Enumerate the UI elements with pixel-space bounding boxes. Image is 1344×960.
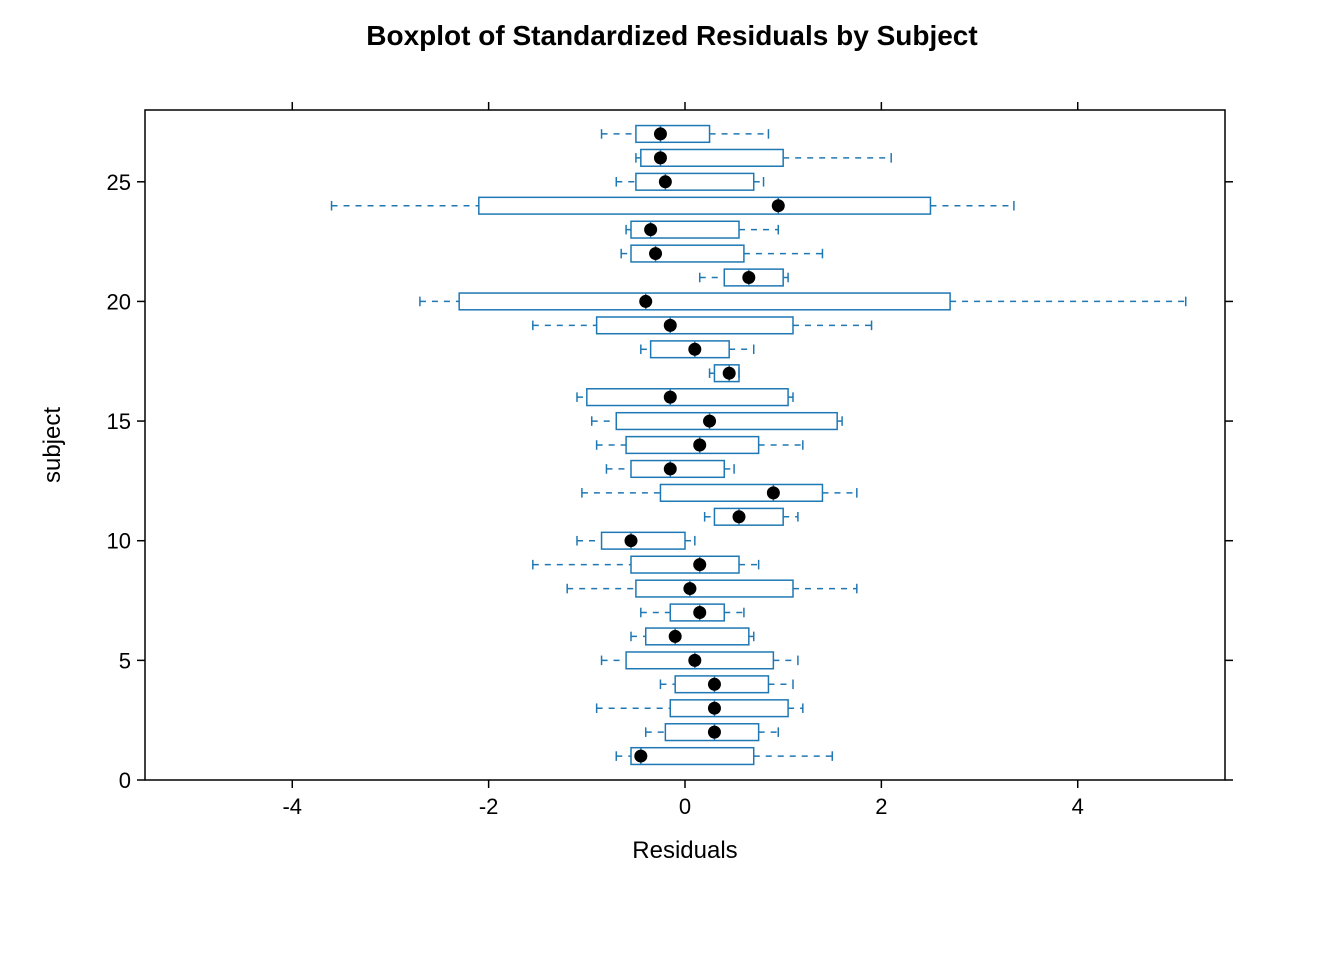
box: [646, 628, 749, 645]
median-dot: [654, 127, 667, 140]
median-dot: [708, 678, 721, 691]
median-dot: [703, 415, 716, 428]
median-dot: [767, 486, 780, 499]
x-tick-label: 0: [679, 794, 691, 819]
box: [714, 508, 783, 525]
median-dot: [742, 271, 755, 284]
median-dot: [708, 726, 721, 739]
x-axis-label: Residuals: [632, 837, 737, 864]
box: [670, 700, 788, 717]
y-tick-label: 20: [107, 289, 131, 314]
y-tick-label: 5: [119, 648, 131, 673]
x-tick-label: -4: [282, 794, 302, 819]
x-tick-label: 4: [1072, 794, 1084, 819]
median-dot: [669, 630, 682, 643]
median-dot: [688, 343, 701, 356]
box: [636, 126, 710, 143]
median-dot: [644, 223, 657, 236]
box: [626, 437, 759, 454]
box: [602, 532, 685, 549]
median-dot: [708, 702, 721, 715]
median-dot: [733, 510, 746, 523]
y-axis-label: subject: [39, 407, 66, 483]
y-tick-label: 10: [107, 529, 131, 554]
y-tick-label: 0: [119, 768, 131, 793]
median-dot: [688, 654, 701, 667]
chart-title: Boxplot of Standardized Residuals by Sub…: [366, 20, 977, 51]
box: [675, 676, 768, 693]
box: [631, 748, 754, 765]
median-dot: [625, 534, 638, 547]
median-dot: [664, 462, 677, 475]
median-dot: [693, 439, 706, 452]
chart-container: Boxplot of Standardized Residuals by Sub…: [0, 0, 1344, 960]
box: [631, 556, 739, 573]
x-tick-label: -2: [479, 794, 499, 819]
median-dot: [772, 199, 785, 212]
median-dot: [693, 606, 706, 619]
y-tick-label: 25: [107, 170, 131, 195]
median-dot: [664, 391, 677, 404]
box: [459, 293, 950, 310]
y-tick-label: 15: [107, 409, 131, 434]
box: [479, 197, 931, 214]
median-dot: [723, 367, 736, 380]
box: [660, 484, 822, 501]
median-dot: [693, 558, 706, 571]
box: [636, 173, 754, 190]
boxplot-chart: Boxplot of Standardized Residuals by Sub…: [0, 0, 1344, 960]
median-dot: [664, 319, 677, 332]
median-dot: [659, 175, 672, 188]
box: [631, 461, 724, 478]
median-dot: [654, 151, 667, 164]
plot-panel: [145, 110, 1225, 780]
box: [597, 317, 793, 334]
box: [636, 580, 793, 597]
box: [616, 413, 837, 430]
box: [587, 389, 788, 406]
median-dot: [683, 582, 696, 595]
x-tick-label: 2: [875, 794, 887, 819]
median-dot: [649, 247, 662, 260]
median-dot: [634, 750, 647, 763]
median-dot: [639, 295, 652, 308]
box: [631, 245, 744, 262]
